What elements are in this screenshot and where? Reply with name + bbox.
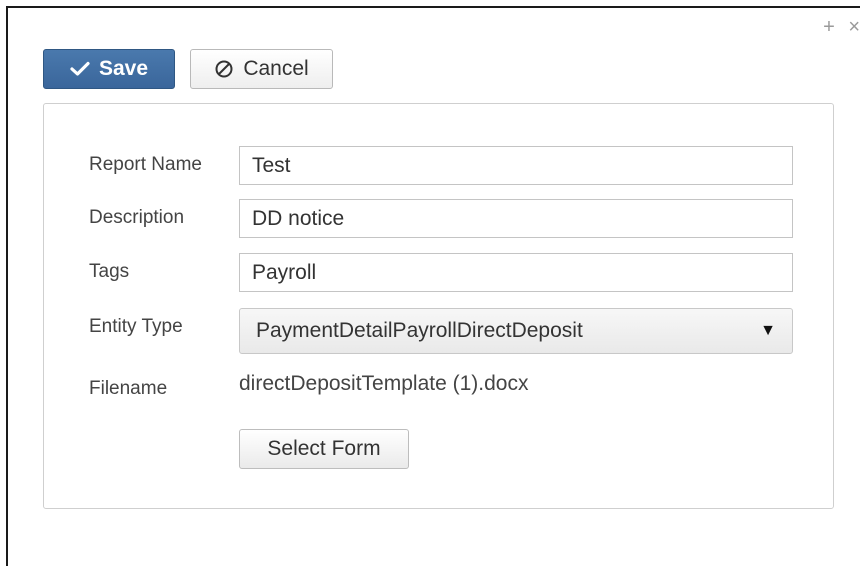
- dropdown-arrow-icon: ▼: [760, 322, 776, 339]
- tags-label: Tags: [89, 261, 130, 282]
- entity-type-label: Entity Type: [89, 316, 183, 337]
- description-label: Description: [89, 207, 185, 228]
- filename-label: Filename: [89, 378, 168, 399]
- entity-type-value: PaymentDetailPayrollDirectDeposit: [256, 319, 583, 342]
- save-button[interactable]: Save: [43, 49, 175, 89]
- cancel-icon: [215, 60, 233, 78]
- tags-input[interactable]: Payroll: [239, 253, 793, 292]
- description-input[interactable]: DD notice: [239, 199, 793, 238]
- entity-type-select[interactable]: PaymentDetailPayrollDirectDeposit ▼: [239, 308, 793, 354]
- add-icon[interactable]: +: [823, 16, 835, 39]
- select-form-button[interactable]: Select Form: [239, 429, 409, 469]
- cancel-label: Cancel: [243, 57, 309, 80]
- report-name-input[interactable]: Test: [239, 146, 793, 185]
- cancel-button[interactable]: Cancel: [190, 49, 333, 89]
- checkmark-icon: [70, 61, 90, 76]
- report-name-label: Report Name: [89, 154, 202, 175]
- save-label: Save: [98, 57, 149, 80]
- close-icon[interactable]: ×: [848, 16, 860, 39]
- window-controls: + ×: [815, 16, 860, 39]
- filename-value: directDepositTemplate (1).docx: [239, 372, 529, 395]
